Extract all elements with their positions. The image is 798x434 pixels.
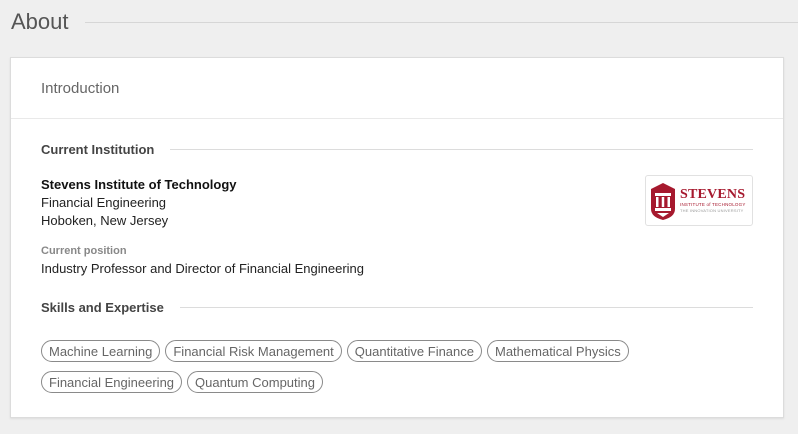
institution-name[interactable]: Stevens Institute of Technology <box>41 176 237 194</box>
position-value: Industry Professor and Director of Finan… <box>41 261 364 276</box>
current-position: Current position Industry Professor and … <box>41 244 364 278</box>
logo-text: STEVENS INSTITUTE of TECHNOLOGY THE INNO… <box>680 187 746 214</box>
section-divider <box>170 149 753 150</box>
logo-tagline: THE INNOVATION UNIVERSITY <box>680 208 744 213</box>
institution-logo[interactable]: STEVENS INSTITUTE of TECHNOLOGY THE INNO… <box>645 175 753 226</box>
introduction-card: Introduction Current Institution Stevens… <box>10 57 784 418</box>
institution-info: Stevens Institute of Technology Financia… <box>41 176 237 230</box>
about-header: About <box>11 8 798 36</box>
page-title: About <box>11 9 69 34</box>
section-divider <box>179 307 753 308</box>
skill-chip[interactable]: Financial Engineering <box>41 371 183 393</box>
logo-wordmark: STEVENS <box>680 187 746 202</box>
skill-chip[interactable]: Mathematical Physics <box>487 340 629 362</box>
card-header: Introduction <box>11 58 783 119</box>
institution-section-heading: Current Institution <box>41 142 753 157</box>
institution-department[interactable]: Financial Engineering <box>41 194 237 212</box>
stevens-seal-icon <box>651 182 675 220</box>
skill-chip[interactable]: Quantum Computing <box>187 371 323 393</box>
position-label: Current position <box>41 245 127 257</box>
skills-list: Machine Learning Financial Risk Manageme… <box>41 340 741 393</box>
skills-section-heading: Skills and Expertise <box>41 300 753 315</box>
skill-chip[interactable]: Machine Learning <box>41 340 161 362</box>
skill-chip[interactable]: Quantitative Finance <box>346 340 482 362</box>
header-divider <box>84 21 798 23</box>
institution-location: Hoboken, New Jersey <box>41 213 169 228</box>
skill-chip[interactable]: Financial Risk Management <box>165 340 342 362</box>
institution-heading: Current Institution <box>41 142 155 157</box>
card-title: Introduction <box>41 79 120 97</box>
skills-heading: Skills and Expertise <box>41 300 164 315</box>
